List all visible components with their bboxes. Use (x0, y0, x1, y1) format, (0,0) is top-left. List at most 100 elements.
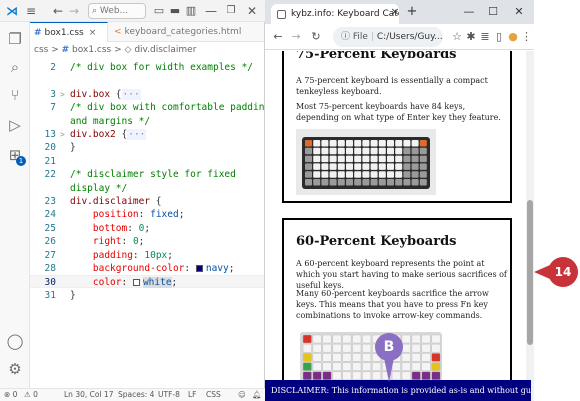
address-bar[interactable]: ⓘ File | C:/Users/Guy... (333, 27, 443, 47)
fold-chevron-icon[interactable]: > (60, 88, 68, 101)
keycap (370, 147, 378, 155)
code-line[interactable]: 26 right: 0; (30, 235, 264, 248)
warnings-indicator[interactable]: ⚠ 0 (24, 389, 38, 401)
source-control-icon[interactable]: ⑂ (0, 82, 30, 108)
profile-avatar-icon[interactable]: ● (507, 29, 519, 45)
page-scrollbar-thumb[interactable] (527, 200, 533, 345)
notifications-bell-icon[interactable]: 🔔︎ (252, 389, 262, 401)
run-debug-icon[interactable]: ▷ (0, 112, 30, 138)
more-menu-icon[interactable]: ⋮ (521, 29, 532, 45)
back-arrow-icon[interactable]: ← (271, 29, 285, 45)
close-icon[interactable]: ✕ (511, 4, 527, 20)
code-line[interactable]: 27 padding: 10px; (30, 249, 264, 262)
code-line[interactable]: 7 /* div box with comfortable padding (30, 101, 270, 114)
explorer-icon[interactable]: ❐ (0, 26, 30, 52)
tab-close-icon[interactable]: × (89, 28, 97, 38)
code-editor[interactable]: 2/* div box for width examples */ 3 > div.b… (30, 57, 270, 388)
keycap (372, 362, 382, 371)
code-text: bottom: 0; (70, 222, 150, 235)
color-swatch[interactable] (195, 265, 203, 272)
indentation[interactable]: Spaces: 4 (118, 389, 154, 401)
account-icon[interactable]: ◯ (0, 328, 30, 354)
html-file-icon: < (114, 27, 122, 37)
keycap (302, 334, 312, 344)
reading-list-icon[interactable]: ≣ (479, 29, 491, 45)
keycap (419, 171, 427, 178)
code-line[interactable]: 20} (30, 141, 264, 154)
code-token: ; (138, 236, 145, 248)
code-text: /* div box with comfortable padding (70, 101, 270, 114)
code-line[interactable]: 2 /* div box for width examples */ (30, 61, 264, 74)
keycap (342, 344, 352, 353)
breadcrumb-symbol[interactable]: div.disclaimer (134, 45, 196, 55)
settings-gear-icon[interactable]: ⚙ (0, 356, 30, 382)
keycap (346, 140, 353, 147)
keycap (411, 344, 421, 353)
forward-arrow-icon[interactable]: → (289, 29, 303, 45)
code-line[interactable]: 31} (30, 289, 264, 302)
code-line[interactable]: and margins */ (30, 115, 264, 128)
sidebar-icon[interactable]: ▯ (493, 29, 505, 45)
code-token: ··· (127, 129, 147, 140)
command-center-search[interactable]: ⌕ Web... (88, 3, 146, 19)
back-arrow-icon[interactable]: ← (52, 3, 64, 19)
code-line[interactable]: 22 /* disclaimer style for fixed (30, 168, 264, 181)
code-line[interactable]: 3 > div.box {··· (30, 88, 264, 101)
layout-icon[interactable]: ▥ (184, 3, 198, 19)
layout-panel-icon[interactable]: ▭ (152, 3, 166, 19)
tab-box1-css[interactable]: # box1.css × (30, 22, 108, 42)
line-number: 25 (44, 222, 56, 234)
keycap (352, 344, 362, 353)
keycap (387, 155, 394, 163)
new-tab-button[interactable]: + (405, 4, 419, 20)
code-line[interactable] (30, 74, 264, 87)
menu-icon[interactable]: ≡ (24, 3, 38, 19)
code-token: ; (171, 277, 178, 289)
section-paragraph: A 75-percent keyboard is essentially a c… (296, 76, 488, 96)
keycap (372, 371, 382, 380)
code-token: div.disclaimer (70, 196, 151, 207)
keycap (321, 147, 329, 155)
code-line[interactable]: 21 (30, 155, 264, 168)
feedback-icon[interactable]: ☺ (238, 389, 246, 401)
code-line[interactable]: 24 position: fixed; (30, 208, 264, 221)
minimize-icon[interactable]: — (204, 3, 218, 19)
code-line[interactable]: 30 color: white; (30, 275, 264, 289)
code-token: ; (178, 209, 185, 221)
code-text: } (70, 289, 76, 302)
reload-icon[interactable]: ↻ (309, 29, 323, 45)
forward-arrow-icon[interactable]: → (68, 3, 80, 19)
search-icon[interactable]: ⌕ (0, 54, 30, 80)
tab-keyboard-categories-html[interactable]: < keyboard_categories.html (110, 22, 264, 42)
bookmark-star-icon[interactable]: ☆ (451, 29, 463, 45)
extensions-icon[interactable]: ⊞ 1 (0, 142, 30, 168)
keycap (337, 155, 345, 163)
close-icon[interactable]: ✕ (245, 3, 259, 19)
language-mode[interactable]: CSS (206, 389, 221, 401)
extensions-puzzle-icon[interactable]: ✱ (465, 29, 477, 45)
code-line[interactable]: 23 div.disclaimer { (30, 195, 264, 208)
toggle-panel-icon[interactable]: ▬ (168, 3, 182, 19)
code-text: } (70, 141, 76, 154)
code-line[interactable]: 28 background-color: navy; (30, 262, 264, 275)
minimize-icon[interactable]: — (461, 4, 477, 20)
code-line[interactable]: display */ (30, 182, 264, 195)
color-swatch[interactable] (132, 279, 140, 287)
encoding[interactable]: UTF-8 (158, 389, 180, 401)
keycap (352, 353, 362, 362)
fold-chevron-icon[interactable]: > (60, 128, 68, 141)
code-line[interactable]: 13 > div.box2 {··· (30, 128, 264, 141)
line-endings[interactable]: LF (188, 389, 197, 401)
code-line[interactable]: 25 bottom: 0; (30, 222, 264, 235)
cursor-position[interactable]: Ln 30, Col 17 (64, 389, 113, 401)
keycap (419, 147, 427, 155)
callout-b-pointer (384, 358, 394, 382)
keycap (337, 171, 345, 178)
breadcrumb-file[interactable]: box1.css (72, 45, 111, 55)
maximize-icon[interactable]: ☐ (485, 4, 501, 20)
browser-tab[interactable]: kybz.info: Keyboard Categories (271, 4, 399, 24)
errors-indicator[interactable]: ⊗ 0 (4, 389, 17, 401)
restore-icon[interactable]: ❐ (224, 3, 238, 19)
tab-close-icon[interactable]: × (389, 4, 401, 20)
breadcrumb-folder[interactable]: css (34, 45, 48, 55)
